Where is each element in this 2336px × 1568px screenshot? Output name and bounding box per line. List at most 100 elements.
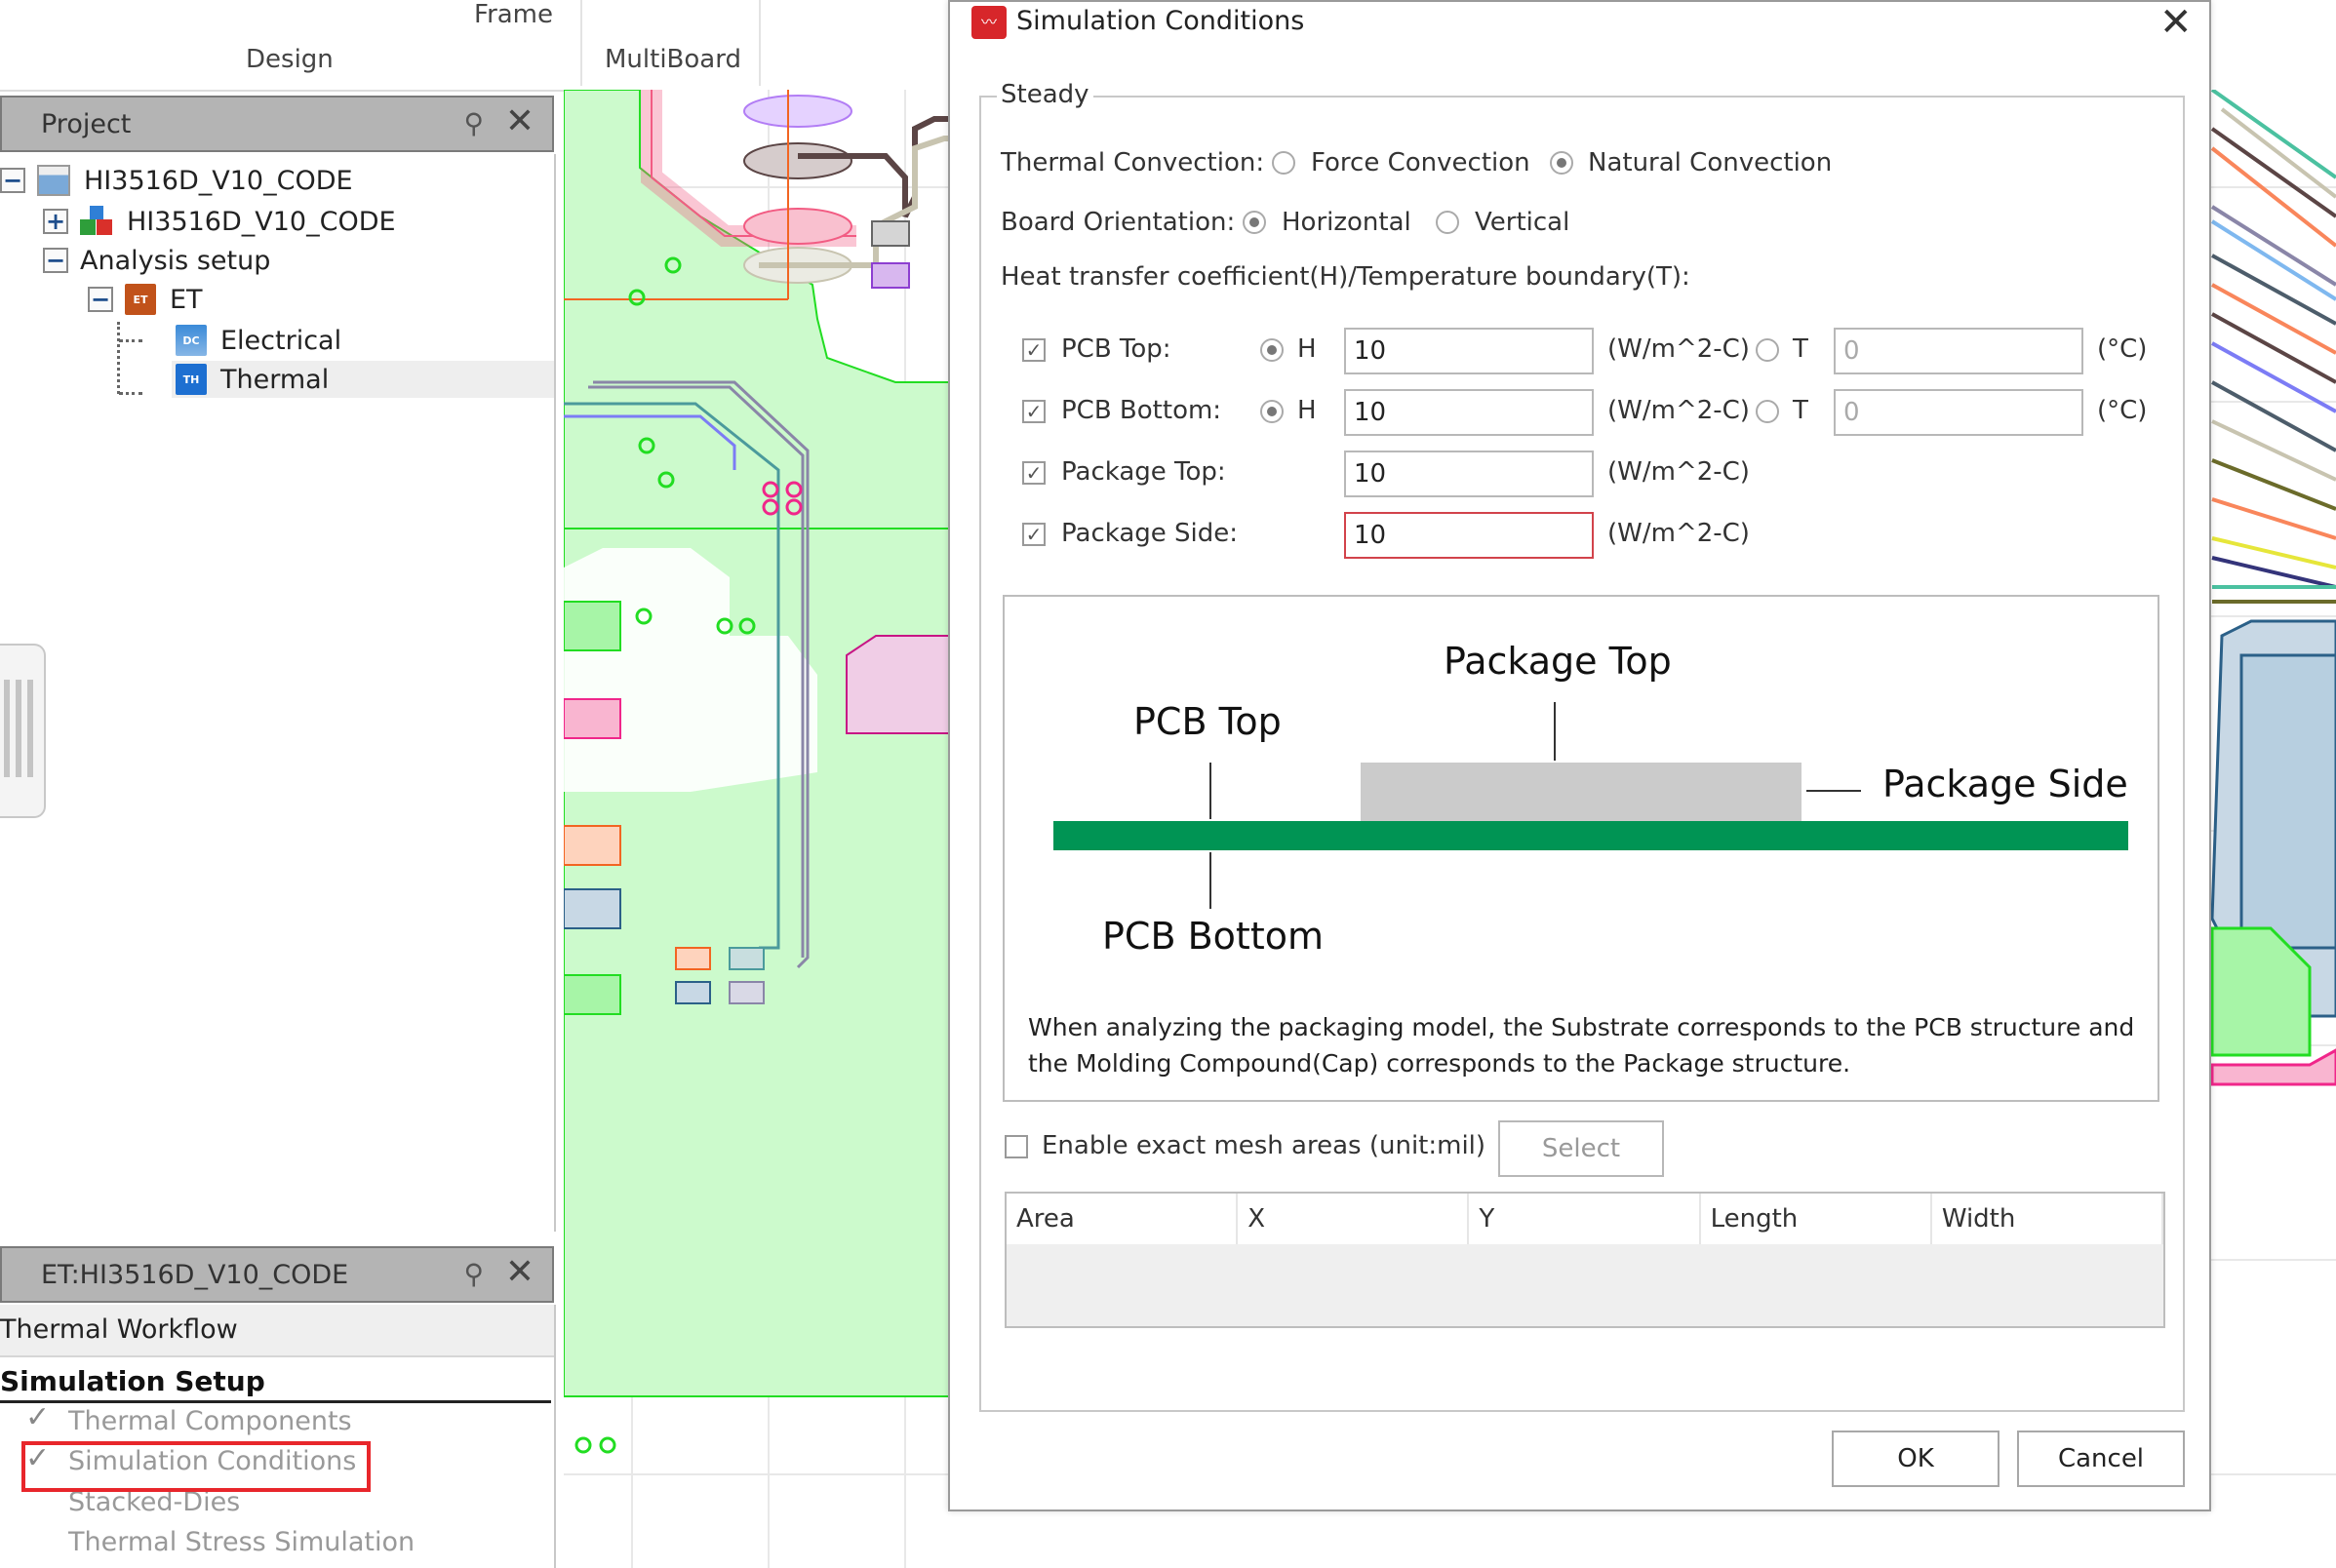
steady-group-label: Steady — [997, 80, 1093, 109]
pin-icon[interactable]: ⚲ — [463, 107, 484, 139]
tree-item-label: Electrical — [220, 325, 342, 356]
enable-mesh-areas-checkbox[interactable] — [1005, 1135, 1028, 1158]
horizontal-radio[interactable] — [1243, 211, 1266, 234]
project-tree: − HI3516D_V10_CODE + HI3516D_V10_CODE − … — [0, 154, 556, 1232]
tree-item-label: Analysis setup — [80, 245, 271, 276]
pcb-top-t-input[interactable] — [1834, 328, 2083, 374]
pin-icon[interactable]: ⚲ — [463, 1258, 484, 1290]
pcb-top-h-label: H — [1297, 334, 1317, 364]
pcb-top-checkbox[interactable]: ✓ — [1022, 338, 1046, 362]
column-header-area[interactable]: Area — [1007, 1194, 1239, 1244]
column-header-width[interactable]: Width — [1932, 1194, 2164, 1244]
pcb-top-t-unit: (°C) — [2097, 334, 2148, 364]
pcb-bottom-h-input[interactable] — [1344, 389, 1594, 436]
ribbon-separator — [759, 0, 761, 86]
check-icon: ✓ — [25, 1400, 51, 1434]
pcb-top-h-unit: (W/m^2-C) — [1607, 334, 1750, 364]
close-icon[interactable]: ✕ — [505, 101, 535, 141]
collapse-icon[interactable]: − — [0, 168, 25, 193]
pcb-top-t-radio[interactable] — [1756, 338, 1779, 362]
tree-item-et[interactable]: − ET ET — [88, 281, 203, 318]
column-header-length[interactable]: Length — [1701, 1194, 1932, 1244]
ribbon-group-multiboard: MultiBoard — [605, 45, 741, 74]
expand-icon[interactable]: + — [43, 209, 68, 234]
project-panel-header: Project ⚲ ✕ — [0, 96, 554, 152]
force-convection-label[interactable]: Force Convection — [1311, 148, 1530, 177]
arrow-pcb-bottom — [1209, 852, 1211, 909]
package-side-h-unit: (W/m^2-C) — [1607, 519, 1750, 548]
tree-connector — [117, 322, 122, 394]
tree-item-thermal[interactable]: TH Thermal — [172, 361, 554, 398]
arrow-package-top — [1554, 702, 1556, 761]
package-top-label: Package Top: — [1061, 457, 1226, 487]
pcb-bottom-h-radio[interactable] — [1260, 400, 1284, 423]
package-top-h-input[interactable] — [1344, 451, 1594, 497]
pcb-top-t-label: T — [1793, 334, 1808, 364]
pcb-bottom-t-unit: (°C) — [2097, 396, 2148, 425]
et-badge-icon: ET — [125, 284, 156, 315]
pcb-bottom-t-radio[interactable] — [1756, 400, 1779, 423]
dc-badge-icon: DC — [176, 325, 207, 356]
packaging-note: When analyzing the packaging model, the … — [1028, 1013, 2135, 1078]
diagram-label-package-side: Package Side — [1882, 763, 2128, 805]
ribbon-group-design: Design — [246, 45, 334, 74]
panel-resize-grip[interactable] — [0, 644, 46, 818]
th-badge-icon: TH — [176, 364, 207, 395]
collapse-icon[interactable]: − — [88, 287, 113, 312]
package-side-checkbox[interactable]: ✓ — [1022, 523, 1046, 546]
select-button[interactable]: Select — [1498, 1120, 1664, 1177]
collapse-icon[interactable]: − — [43, 248, 68, 273]
close-icon[interactable]: ✕ — [505, 1252, 535, 1292]
project-window-icon — [37, 165, 70, 196]
column-header-x[interactable]: X — [1238, 1194, 1470, 1244]
pcb-top-label: PCB Top: — [1061, 334, 1171, 364]
vertical-label[interactable]: Vertical — [1475, 208, 1569, 237]
force-convection-radio[interactable] — [1272, 151, 1295, 175]
mesh-areas-table: Area X Y Length Width — [1005, 1192, 2165, 1328]
pcb-bottom-checkbox[interactable]: ✓ — [1022, 400, 1046, 423]
vertical-radio[interactable] — [1436, 211, 1459, 234]
pcb-bottom-t-input[interactable] — [1834, 389, 2083, 436]
board-orientation-label: Board Orientation: — [1001, 208, 1236, 237]
thermal-convection-label: Thermal Convection: — [1001, 148, 1265, 177]
package-shape — [1361, 763, 1801, 821]
pcb-bottom-label: PCB Bottom: — [1061, 396, 1222, 425]
tree-item-label: ET — [170, 284, 203, 315]
pcb-shape — [1053, 821, 2128, 850]
simulation-conditions-dialog: 〰 Simulation Conditions ✕ Steady Thermal… — [948, 0, 2211, 1511]
tree-item-project[interactable]: − HI3516D_V10_CODE — [0, 162, 353, 199]
pcb-top-h-input[interactable] — [1344, 328, 1594, 374]
workflow-title: Thermal Workflow — [0, 1305, 554, 1357]
tree-item-label: HI3516D_V10_CODE — [84, 165, 353, 196]
workflow-panel-header: ET:HI3516D_V10_CODE ⚲ ✕ — [0, 1246, 554, 1303]
app-logo-icon: 〰 — [971, 6, 1007, 39]
pcb-top-h-radio[interactable] — [1260, 338, 1284, 362]
column-header-y[interactable]: Y — [1469, 1194, 1701, 1244]
arrow-package-side — [1806, 790, 1861, 792]
boundary-diagram: Package Top PCB Top Package Side PCB Bot… — [1003, 595, 2159, 1102]
design-blocks-icon — [80, 206, 113, 237]
tree-item-electrical[interactable]: DC Electrical — [176, 322, 341, 359]
close-icon[interactable]: ✕ — [2159, 0, 2193, 45]
ribbon-group-frame[interactable]: Frame — [474, 0, 553, 29]
ok-button[interactable]: OK — [1832, 1431, 1999, 1487]
diagram-label-pcb-top: PCB Top — [1133, 700, 1282, 743]
horizontal-label[interactable]: Horizontal — [1282, 208, 1411, 237]
pcb-bottom-t-label: T — [1793, 396, 1808, 425]
natural-convection-label[interactable]: Natural Convection — [1588, 148, 1832, 177]
tree-item-analysis-setup[interactable]: − Analysis setup — [43, 242, 270, 279]
tree-item-label: Thermal — [220, 364, 330, 395]
project-panel-title: Project — [41, 109, 132, 139]
workflow-item-thermal-components[interactable]: Thermal Components — [68, 1406, 352, 1436]
enable-mesh-areas-label[interactable]: Enable exact mesh areas (unit:mil) — [1042, 1131, 1485, 1160]
package-side-label: Package Side: — [1061, 519, 1239, 548]
workflow-item-thermal-stress-simulation[interactable]: Thermal Stress Simulation — [68, 1527, 415, 1557]
tree-item-design[interactable]: + HI3516D_V10_CODE — [43, 203, 396, 240]
diagram-label-pcb-bottom: PCB Bottom — [1102, 915, 1324, 958]
ribbon-separator — [580, 0, 582, 86]
package-side-h-input[interactable] — [1344, 512, 1594, 559]
package-top-h-unit: (W/m^2-C) — [1607, 457, 1750, 487]
natural-convection-radio[interactable] — [1550, 151, 1573, 175]
cancel-button[interactable]: Cancel — [2017, 1431, 2185, 1487]
package-top-checkbox[interactable]: ✓ — [1022, 461, 1046, 485]
